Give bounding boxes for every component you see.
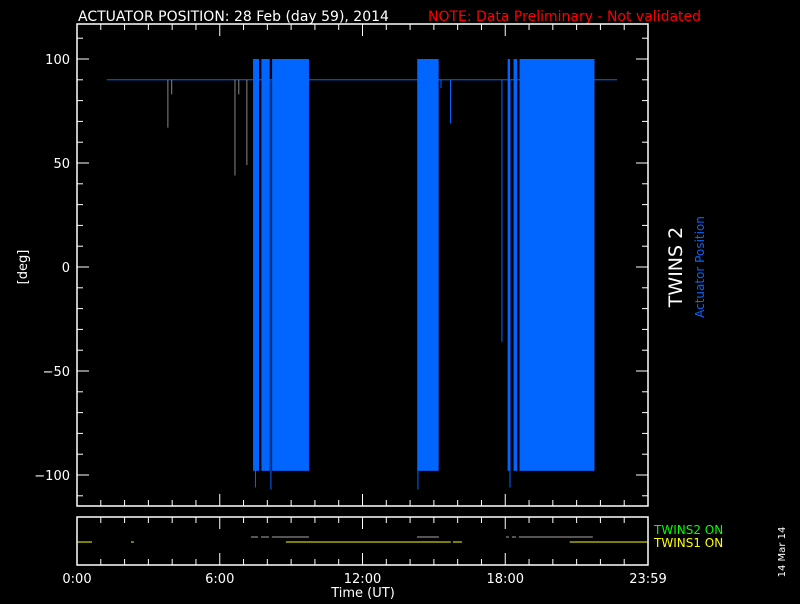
y-tick-label: 0 bbox=[62, 261, 70, 276]
oscillation-block bbox=[261, 59, 270, 471]
y-tick-label: −100 bbox=[34, 469, 70, 484]
legend-twins1: TWINS1 ON bbox=[653, 536, 723, 550]
y-tick-label: 50 bbox=[53, 157, 70, 172]
actuator-chart: ACTUATOR POSITION: 28 Feb (day 59), 2014… bbox=[16, 9, 788, 601]
oscillation-block bbox=[272, 59, 309, 471]
oscillation-block bbox=[507, 59, 511, 471]
x-tick-label: 12:00 bbox=[344, 572, 381, 587]
x-axis-label: Time (UT) bbox=[330, 586, 395, 600]
chart-title: ACTUATOR POSITION: 28 Feb (day 59), 2014 bbox=[78, 9, 389, 25]
side-subtitle: Actuator Position bbox=[693, 216, 707, 318]
date-stamp: 14 Mar 14 bbox=[777, 527, 788, 578]
x-tick-label: 0:00 bbox=[62, 572, 91, 587]
oscillation-block bbox=[519, 59, 595, 471]
main-plot: 100 50 0 −50 −100 bbox=[34, 23, 649, 507]
preliminary-note: NOTE: Data Preliminary - Not validated bbox=[428, 9, 701, 25]
side-title: TWINS 2 bbox=[665, 227, 687, 308]
x-tick-label: 18:00 bbox=[487, 572, 524, 587]
y-tick-label: 100 bbox=[45, 53, 70, 68]
legend-twins2: TWINS2 ON bbox=[653, 523, 723, 537]
x-tick-label: 23:59 bbox=[629, 572, 666, 587]
status-plot: 0:00 6:00 12:00 18:00 23:59 bbox=[62, 516, 667, 587]
oscillation-block bbox=[253, 59, 260, 471]
oscillation-block bbox=[417, 59, 439, 471]
oscillation-block bbox=[513, 59, 518, 471]
y-tick-label: −50 bbox=[43, 365, 70, 380]
y-axis-label: [deg] bbox=[16, 250, 31, 285]
x-tick-label: 6:00 bbox=[205, 572, 234, 587]
